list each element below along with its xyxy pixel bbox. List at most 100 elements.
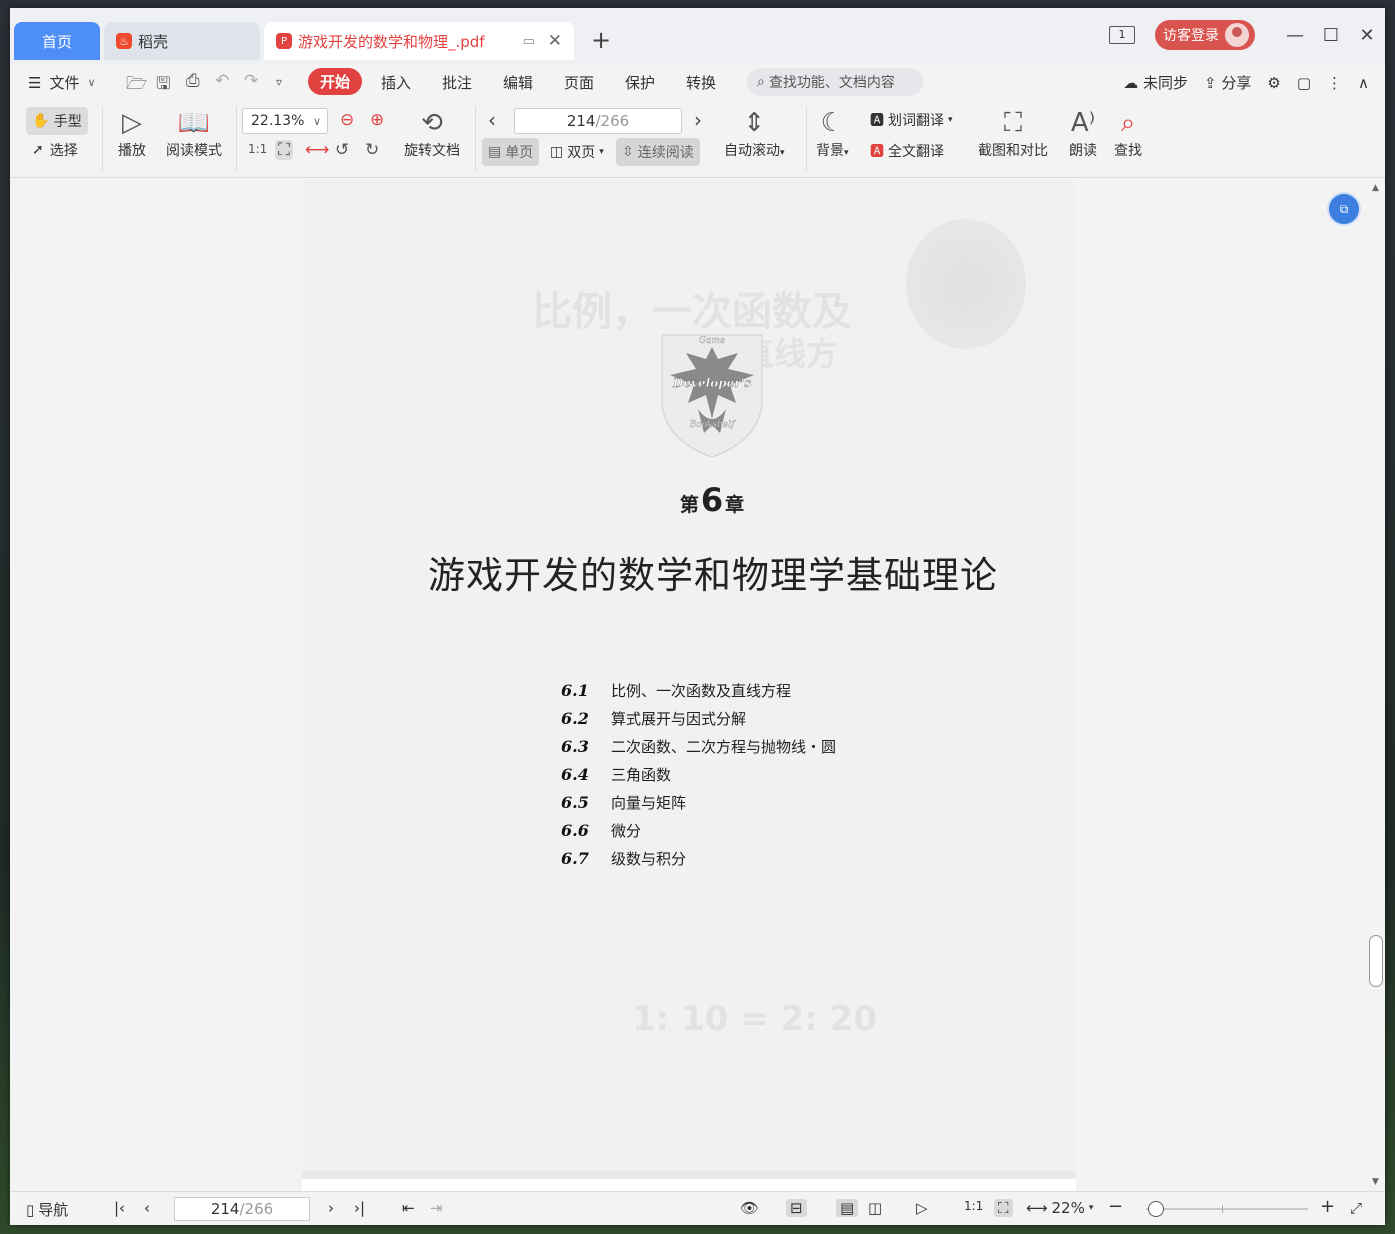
zoom-select[interactable]: 22.13% ∨: [242, 108, 328, 134]
scrollbar-thumb[interactable]: [1369, 935, 1383, 987]
next-page-icon[interactable]: ›: [328, 1199, 334, 1217]
hand-tool-button[interactable]: ✋ 手型: [26, 107, 88, 135]
toc-item: 6.3 二次函数、二次方程与抛物线・圆: [561, 732, 836, 760]
auto-scroll-label: 自动滚动: [724, 143, 780, 159]
rotate-right-icon[interactable]: ↻: [365, 140, 379, 160]
tab-start[interactable]: 开始: [308, 68, 363, 95]
toc-number: 6.2: [561, 708, 589, 728]
full-translate-button[interactable]: 🅰 全文翻译: [870, 141, 944, 161]
save-icon[interactable]: 🖫: [156, 71, 170, 100]
zoom-out-icon[interactable]: ⊖: [340, 110, 354, 130]
publisher-logo: Game Developer's Bookshelf: [661, 334, 763, 458]
document-viewport[interactable]: 比例，一次函数及 直线方 Game Developer's Bookshelf …: [10, 179, 1385, 1191]
more-icon[interactable]: ⋮: [1327, 74, 1342, 92]
tab-annotate[interactable]: 批注: [442, 72, 472, 93]
actual-size-icon[interactable]: 1:1: [248, 142, 267, 156]
navigation-toggle[interactable]: ▯ 导航: [26, 1199, 68, 1220]
guest-login-button[interactable]: 访客登录: [1155, 20, 1255, 50]
tab-home[interactable]: 首页: [14, 22, 100, 60]
comment-icon[interactable]: ▢: [1297, 74, 1311, 92]
single-page-view-icon[interactable]: ▤: [836, 1199, 859, 1217]
zoom-in-button[interactable]: +: [1320, 1196, 1335, 1217]
scroll-down-icon[interactable]: ▼: [1372, 1177, 1379, 1187]
back-icon[interactable]: ⇤: [402, 1199, 415, 1217]
file-menu[interactable]: ☰ 文件 ∨: [28, 72, 96, 93]
find-button[interactable]: ⌕ 查找: [1114, 106, 1142, 160]
logo-text-top: Game: [699, 336, 725, 346]
toc-title: 级数与积分: [611, 849, 687, 868]
redo-icon[interactable]: ↷: [244, 71, 258, 91]
zoom-dropdown[interactable]: ⟷ 22% ▾: [1026, 1199, 1093, 1217]
actual-size-icon[interactable]: 1:1: [964, 1199, 983, 1213]
auto-scroll-button[interactable]: ⇕ 自动滚动▾: [724, 106, 785, 160]
rotate-document-button[interactable]: ⟲ 旋转文档: [404, 106, 460, 160]
screenshot-icon: ⛶: [1003, 108, 1023, 138]
double-page-button[interactable]: ◫ 双页 ▾: [544, 138, 610, 166]
open-folder-icon[interactable]: 🗁: [126, 71, 147, 100]
undo-icon[interactable]: ↶: [215, 71, 229, 91]
share-button[interactable]: ⇪ 分享: [1204, 72, 1251, 93]
zoom-slider[interactable]: [1146, 1201, 1308, 1217]
next-page-icon[interactable]: ›: [694, 108, 702, 132]
eye-icon[interactable]: 👁: [740, 1199, 759, 1217]
settings-icon[interactable]: ⚙: [1267, 74, 1280, 92]
zoom-in-icon[interactable]: ⊕: [370, 110, 384, 130]
screenshot-compare-button[interactable]: ⛶ 截图和对比: [978, 106, 1048, 160]
reading-mode-label: 阅读模式: [166, 143, 222, 159]
play-button[interactable]: ▷ 播放: [118, 106, 146, 160]
tab-daoke[interactable]: ♨ 稻壳: [104, 22, 260, 60]
close-icon[interactable]: ✕: [1349, 25, 1385, 46]
slider-knob[interactable]: [1148, 1201, 1164, 1217]
search-input[interactable]: ⌕ 查找功能、文档内容: [747, 68, 923, 96]
print-icon[interactable]: ⎙: [186, 71, 200, 91]
vertical-scrollbar[interactable]: ▲ ▼: [1367, 179, 1385, 1191]
next-page-edge: [302, 1171, 1076, 1191]
fit-page-icon[interactable]: ⛶: [275, 140, 293, 160]
quick-access-more-icon[interactable]: ▿: [276, 75, 282, 89]
continuous-reading-button[interactable]: ⇳ 连续阅读: [616, 138, 700, 166]
close-tab-icon[interactable]: ✕: [548, 31, 562, 51]
collapse-icon[interactable]: ∧: [1358, 74, 1369, 92]
background-button[interactable]: ☾ 背景▾: [816, 106, 849, 160]
single-page-button[interactable]: ▤ 单页: [482, 138, 540, 166]
first-page-icon[interactable]: |‹: [114, 1199, 125, 1217]
share-label: 分享: [1221, 74, 1252, 92]
last-page-icon[interactable]: ›|: [354, 1199, 365, 1217]
tab-insert[interactable]: 插入: [381, 72, 411, 93]
reading-mode-button[interactable]: 📖 阅读模式: [166, 106, 222, 160]
scroll-up-icon[interactable]: ▲: [1372, 183, 1379, 193]
page-number-input[interactable]: 214/266: [514, 108, 682, 134]
fit-page-icon[interactable]: ⛶: [994, 1199, 1013, 1217]
word-translate-button[interactable]: 🅰 划词翻译 ▾: [870, 110, 953, 130]
tab-convert[interactable]: 转换: [686, 72, 716, 93]
screen-cast-icon[interactable]: ▭: [523, 34, 535, 49]
maximize-icon[interactable]: ☐: [1313, 25, 1349, 46]
zoom-out-button[interactable]: −: [1108, 1196, 1123, 1217]
tab-daoke-label: 稻壳: [138, 32, 169, 51]
fullscreen-icon[interactable]: ⤢: [1350, 1199, 1362, 1217]
forward-icon[interactable]: ⇥: [430, 1199, 443, 1217]
select-tool-button[interactable]: ➚ 选择: [32, 140, 78, 160]
toc-title: 三角函数: [611, 765, 672, 784]
search-icon: ⌕: [757, 74, 765, 90]
fit-width-icon[interactable]: ⟷: [305, 140, 329, 160]
rotate-left-icon[interactable]: ↺: [335, 140, 349, 160]
minimize-icon[interactable]: —: [1277, 25, 1313, 46]
window-count-icon[interactable]: 1: [1109, 26, 1135, 44]
double-page-view-icon[interactable]: ◫: [868, 1199, 882, 1217]
tab-document[interactable]: P 游戏开发的数学和物理_.pdf ▭ ✕: [264, 22, 574, 60]
image-extract-float-button[interactable]: ⧉: [1327, 192, 1361, 226]
prev-page-icon[interactable]: ‹: [488, 108, 496, 132]
toc-number: 6.3: [561, 736, 589, 756]
read-aloud-button[interactable]: A⁾ 朗读: [1069, 106, 1097, 160]
tab-protect[interactable]: 保护: [625, 72, 655, 93]
tab-page[interactable]: 页面: [564, 72, 594, 93]
show-through-logo: [906, 219, 1026, 349]
play-icon[interactable]: ▷: [916, 1199, 928, 1217]
tab-edit[interactable]: 编辑: [503, 72, 533, 93]
sync-status[interactable]: ☁ 未同步: [1123, 72, 1188, 93]
status-page-input[interactable]: 214/266: [174, 1197, 310, 1221]
continuous-view-icon[interactable]: ⊟: [786, 1199, 807, 1217]
new-tab-button[interactable]: +: [590, 26, 612, 54]
prev-page-icon[interactable]: ‹: [144, 1199, 150, 1217]
